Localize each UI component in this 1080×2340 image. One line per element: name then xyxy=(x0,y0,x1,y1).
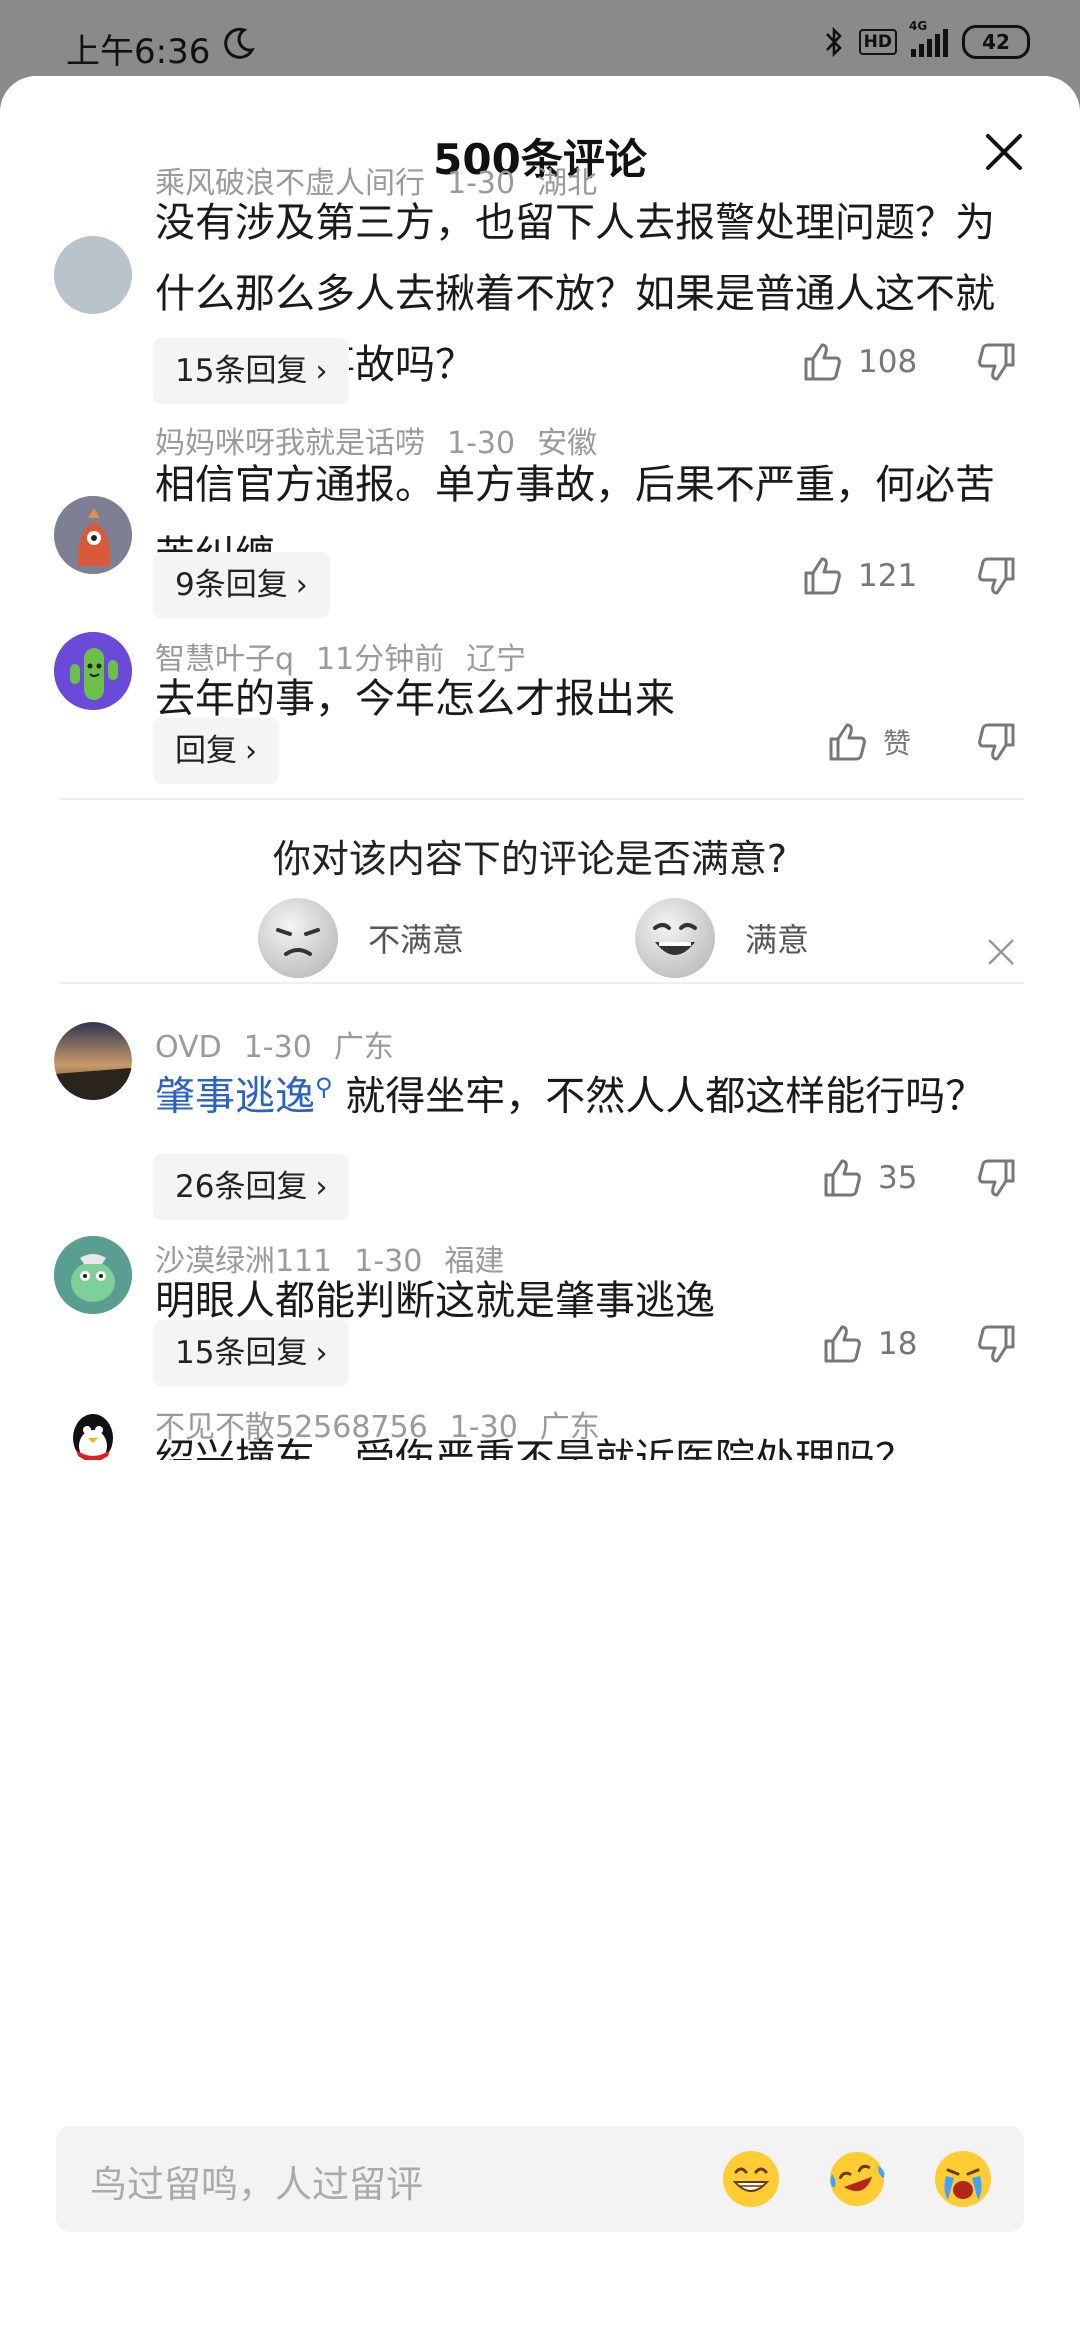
chevron-right-icon: › xyxy=(315,1336,328,1371)
signal-icon: 4G xyxy=(909,19,948,57)
chevron-right-icon: › xyxy=(315,354,328,389)
thumbs-down-icon[interactable] xyxy=(975,1156,1019,1200)
comment-text: 肇事逃逸⚲ 就得坐牢，不然人人都这样能行吗？ xyxy=(155,1052,1015,1132)
like-button[interactable]: 121 xyxy=(800,554,917,598)
survey-close-icon[interactable] xyxy=(985,936,1017,968)
like-count: 35 xyxy=(878,1160,918,1196)
status-time: 上午6:36 xyxy=(66,32,211,72)
avatar-bird-image xyxy=(54,496,132,574)
like-button[interactable]: 108 xyxy=(800,340,917,384)
grin-emoji-icon[interactable] xyxy=(720,2148,782,2210)
like-button[interactable]: 赞 xyxy=(825,720,911,764)
thumbs-up-icon xyxy=(804,343,841,381)
thumbs-down-icon[interactable] xyxy=(975,340,1019,384)
thumbs-up-icon xyxy=(829,723,866,761)
avatar[interactable] xyxy=(54,1236,132,1314)
like-label: 赞 xyxy=(883,727,912,760)
comment-input-placeholder: 鸟过留鸣，人过留评 xyxy=(90,2163,423,2206)
avatar[interactable] xyxy=(54,236,132,314)
thumbs-up-icon xyxy=(824,1325,861,1363)
like-count: 18 xyxy=(878,1326,918,1362)
search-small-icon: ⚲ xyxy=(315,1073,333,1101)
avatar-green-creature-image xyxy=(54,1236,132,1314)
survey-unsatisfied-button[interactable]: 不满意 xyxy=(256,896,464,980)
chevron-right-icon: › xyxy=(245,734,257,769)
survey-question: 你对该内容下的评论是否满意? xyxy=(272,837,788,881)
comment-text[interactable]: 绍兴撞车，受伤严重不是就近医院处理吗？ xyxy=(155,1432,1015,1460)
comment-text-body: 绍兴撞车，受伤严重不是就近医院处理吗？ xyxy=(155,1436,915,1460)
divider xyxy=(58,798,1024,800)
thumbs-up-icon xyxy=(804,557,841,595)
hd-badge: HD xyxy=(858,29,897,55)
replies-label: 15条回复 xyxy=(175,353,308,389)
search-keyword-link[interactable]: 肇事逃逸 xyxy=(155,1073,315,1119)
avatar[interactable] xyxy=(54,496,132,574)
satisfied-label: 满意 xyxy=(745,921,810,959)
status-bar: 上午6:36 HD 4G 42 xyxy=(0,0,1080,80)
like-button[interactable]: 35 xyxy=(820,1156,917,1200)
like-count: 108 xyxy=(858,344,918,380)
satisfied-face-icon xyxy=(635,898,715,978)
close-icon[interactable] xyxy=(980,128,1028,176)
thumbs-up-icon xyxy=(824,1159,861,1197)
survey-satisfied-button[interactable]: 满意 xyxy=(633,896,809,980)
avatar[interactable] xyxy=(54,632,132,710)
unsatisfied-label: 不满意 xyxy=(368,921,465,959)
unsatisfied-face-icon xyxy=(258,898,338,978)
laugh-cry-emoji-icon[interactable] xyxy=(826,2148,888,2210)
comment-input-bar[interactable]: 鸟过留鸣，人过留评 xyxy=(56,2126,1024,2232)
reply-label: 回复 xyxy=(175,733,237,769)
comment-text-body[interactable]: 就得坐牢，不然人人都这样能行吗？ xyxy=(345,1073,985,1119)
moon-icon xyxy=(224,27,255,59)
chevron-right-icon: › xyxy=(315,1170,328,1205)
replies-button[interactable]: 9条回复 › xyxy=(153,552,330,618)
thumbs-down-icon[interactable] xyxy=(975,554,1019,598)
replies-label: 15条回复 xyxy=(175,1335,308,1371)
replies-label: 9条回复 xyxy=(175,567,288,603)
battery-indicator: 42 xyxy=(962,25,1030,59)
replies-button[interactable]: 15条回复 › xyxy=(153,1320,350,1386)
like-button[interactable]: 18 xyxy=(820,1322,917,1366)
network-type: 4G xyxy=(909,19,928,33)
comment-sheet: 500条评论 乘风破浪不虚人间行 1-30 湖北 没有涉及第三方，也留下人去报警处理… xyxy=(0,76,1080,2340)
divider xyxy=(58,982,1024,984)
thumbs-down-icon[interactable] xyxy=(975,720,1019,764)
reply-button[interactable]: 回复 › xyxy=(153,718,279,784)
thumbs-down-icon[interactable] xyxy=(975,1322,1019,1366)
replies-button[interactable]: 26条回复 › xyxy=(153,1154,350,1220)
avatar-sunset-image xyxy=(54,1022,132,1100)
avatar-cactus-image xyxy=(54,632,132,710)
avatar[interactable] xyxy=(54,1022,132,1100)
replies-label: 26条回复 xyxy=(175,1169,308,1205)
chevron-right-icon: › xyxy=(295,568,308,603)
bluetooth-icon xyxy=(825,26,842,58)
replies-button[interactable]: 15条回复 › xyxy=(153,338,350,404)
crying-emoji-icon[interactable] xyxy=(932,2148,994,2210)
like-count: 121 xyxy=(858,558,918,594)
